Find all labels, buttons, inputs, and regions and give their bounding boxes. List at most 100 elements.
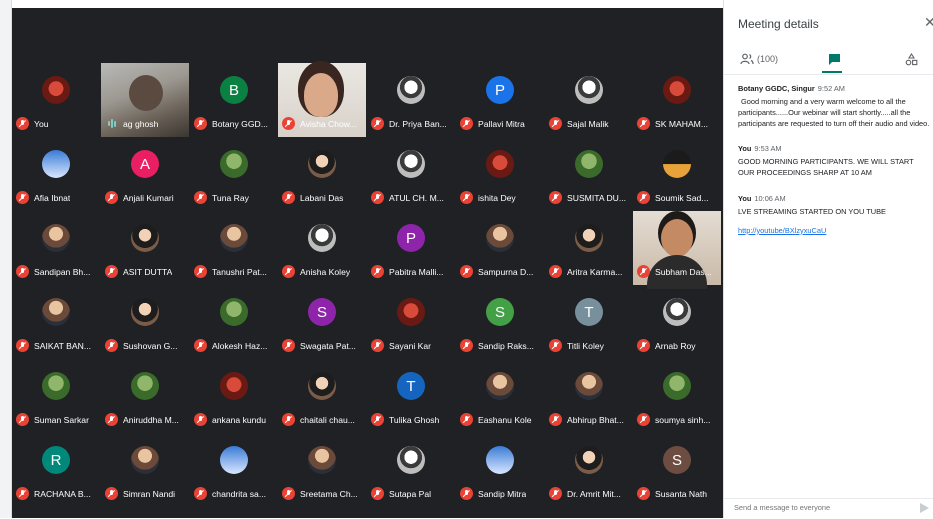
chat-message: Botany GGDC, Singur 9:52 AM Good morning …	[738, 84, 930, 129]
participant-tile[interactable]: Aniruddha M...	[101, 358, 189, 432]
participant-name: You	[34, 118, 49, 129]
participant-label: Sushovan G...	[105, 339, 187, 352]
participant-tile[interactable]: T Titli Koley	[545, 284, 633, 358]
participant-name: Pabitra Malli...	[389, 266, 444, 277]
participant-name: Abhirup Bhat...	[567, 414, 624, 425]
participant-tile[interactable]: Sushovan G...	[101, 284, 189, 358]
participant-tile[interactable]: Tuna Ray	[190, 136, 278, 210]
avatar	[42, 150, 70, 178]
participant-name: Eashanu Kole	[478, 414, 532, 425]
participant-tile[interactable]: ag ghosh	[101, 62, 189, 136]
avatar	[575, 224, 603, 252]
participant-tile[interactable]: Dr. Amrit Mit...	[545, 432, 633, 506]
participant-tile[interactable]: Suman Sarkar	[12, 358, 100, 432]
tab-activities[interactable]	[896, 44, 926, 74]
mic-muted-icon	[282, 413, 295, 426]
participant-tile[interactable]: Sayani Kar	[367, 284, 455, 358]
participant-tile[interactable]: ankana kundu	[190, 358, 278, 432]
participant-tile[interactable]: T Tulika Ghosh	[367, 358, 455, 432]
participant-name: Aritra Karma...	[567, 266, 623, 277]
avatar	[308, 446, 336, 474]
participant-tile[interactable]: Alokesh Haz...	[190, 284, 278, 358]
participant-tile[interactable]: SK MAHAM...	[633, 62, 721, 136]
mic-muted-icon	[371, 117, 384, 130]
avatar	[575, 372, 603, 400]
participant-name: Dr. Amrit Mit...	[567, 488, 621, 499]
participant-tile[interactable]: Sreetama Ch...	[278, 432, 366, 506]
participant-tile[interactable]: Dr. Priya Ban...	[367, 62, 455, 136]
participant-tile[interactable]: chaitali chau...	[278, 358, 366, 432]
tab-people[interactable]: (100)	[734, 44, 784, 74]
participant-tile[interactable]: Avisha Chow...	[278, 62, 366, 136]
participant-label: Sreetama Ch...	[282, 487, 364, 500]
participant-label: Sandipan Bh...	[16, 265, 98, 278]
tab-chat[interactable]	[814, 44, 854, 74]
participant-label: Eashanu Kole	[460, 413, 542, 426]
mic-muted-icon	[16, 117, 29, 130]
participant-tile[interactable]: Simran Nandi	[101, 432, 189, 506]
avatar: A	[131, 150, 159, 178]
mic-muted-icon	[460, 339, 473, 352]
participant-name: Tuna Ray	[212, 192, 249, 203]
participant-tile[interactable]: ATUL CH. M...	[367, 136, 455, 210]
participant-tile[interactable]: Sampurna D...	[456, 210, 544, 284]
participant-tile[interactable]: S Susanta Nath	[633, 432, 721, 506]
participant-label: Pabitra Malli...	[371, 265, 453, 278]
participant-label: Aritra Karma...	[549, 265, 631, 278]
mic-muted-icon	[194, 487, 207, 500]
mic-muted-icon	[549, 413, 562, 426]
avatar	[397, 76, 425, 104]
participant-tile[interactable]: Sutapa Pal	[367, 432, 455, 506]
participant-tile[interactable]: Labani Das	[278, 136, 366, 210]
participant-tile[interactable]: S Swagata Pat...	[278, 284, 366, 358]
participant-tile[interactable]: R RACHANA B...	[12, 432, 100, 506]
participant-tile[interactable]: ishita Dey	[456, 136, 544, 210]
mic-muted-icon	[637, 117, 650, 130]
participant-tile[interactable]: Arnab Roy	[633, 284, 721, 358]
participant-label: Sayani Kar	[371, 339, 453, 352]
participant-tile[interactable]: B Botany GGD...	[190, 62, 278, 136]
divider	[724, 74, 933, 75]
participant-name: Sutapa Pal	[389, 488, 432, 499]
participant-label: Simran Nandi	[105, 487, 187, 500]
participant-tile[interactable]: You	[12, 62, 100, 136]
mic-muted-icon	[282, 265, 295, 278]
close-icon[interactable]: ✕	[924, 14, 933, 31]
message-link[interactable]: http://youtube/BXlzyxuCaU	[738, 226, 826, 235]
participant-name: ASIT DUTTA	[123, 266, 173, 277]
participant-tile[interactable]: chandrita sa...	[190, 432, 278, 506]
participant-tile[interactable]: Sandip Mitra	[456, 432, 544, 506]
message-sender: You	[738, 193, 752, 203]
participant-tile[interactable]: S Sandip Raks...	[456, 284, 544, 358]
participant-tile[interactable]: Soumik Sad...	[633, 136, 721, 210]
participant-label: Alokesh Haz...	[194, 339, 276, 352]
participant-label: Susanta Nath	[637, 487, 719, 500]
participant-tile[interactable]: Anisha Koley	[278, 210, 366, 284]
participant-tile[interactable]: P Pallavi Mitra	[456, 62, 544, 136]
participant-tile[interactable]: Subham Das...	[633, 210, 721, 284]
participant-label: Suman Sarkar	[16, 413, 98, 426]
participant-tile[interactable]: ASIT DUTTA	[101, 210, 189, 284]
participant-tile[interactable]: SUSMITA DU...	[545, 136, 633, 210]
participant-tile[interactable]: Eashanu Kole	[456, 358, 544, 432]
message-input[interactable]	[734, 503, 904, 512]
participant-tile[interactable]: SAIKAT BAN...	[12, 284, 100, 358]
participant-name: Titli Koley	[567, 340, 604, 351]
send-icon[interactable]	[920, 503, 929, 513]
participant-tile[interactable]: Sandipan Bh...	[12, 210, 100, 284]
avatar: T	[397, 372, 425, 400]
participant-tile[interactable]: Tanushri Pat...	[190, 210, 278, 284]
participant-tile[interactable]: P Pabitra Malli...	[367, 210, 455, 284]
participant-tile[interactable]: A Anjali Kumari	[101, 136, 189, 210]
participant-tile[interactable]: Afia Ibnat	[12, 136, 100, 210]
participant-tile[interactable]: Aritra Karma...	[545, 210, 633, 284]
mic-muted-icon	[460, 413, 473, 426]
speaking-indicator-icon	[105, 117, 118, 130]
participant-tile[interactable]: Abhirup Bhat...	[545, 358, 633, 432]
avatar: S	[308, 298, 336, 326]
avatar	[397, 150, 425, 178]
mic-muted-icon	[371, 265, 384, 278]
participant-tile[interactable]: Sajal Malik	[545, 62, 633, 136]
participant-tile[interactable]: soumya sinh...	[633, 358, 721, 432]
compose-bar	[724, 498, 933, 519]
